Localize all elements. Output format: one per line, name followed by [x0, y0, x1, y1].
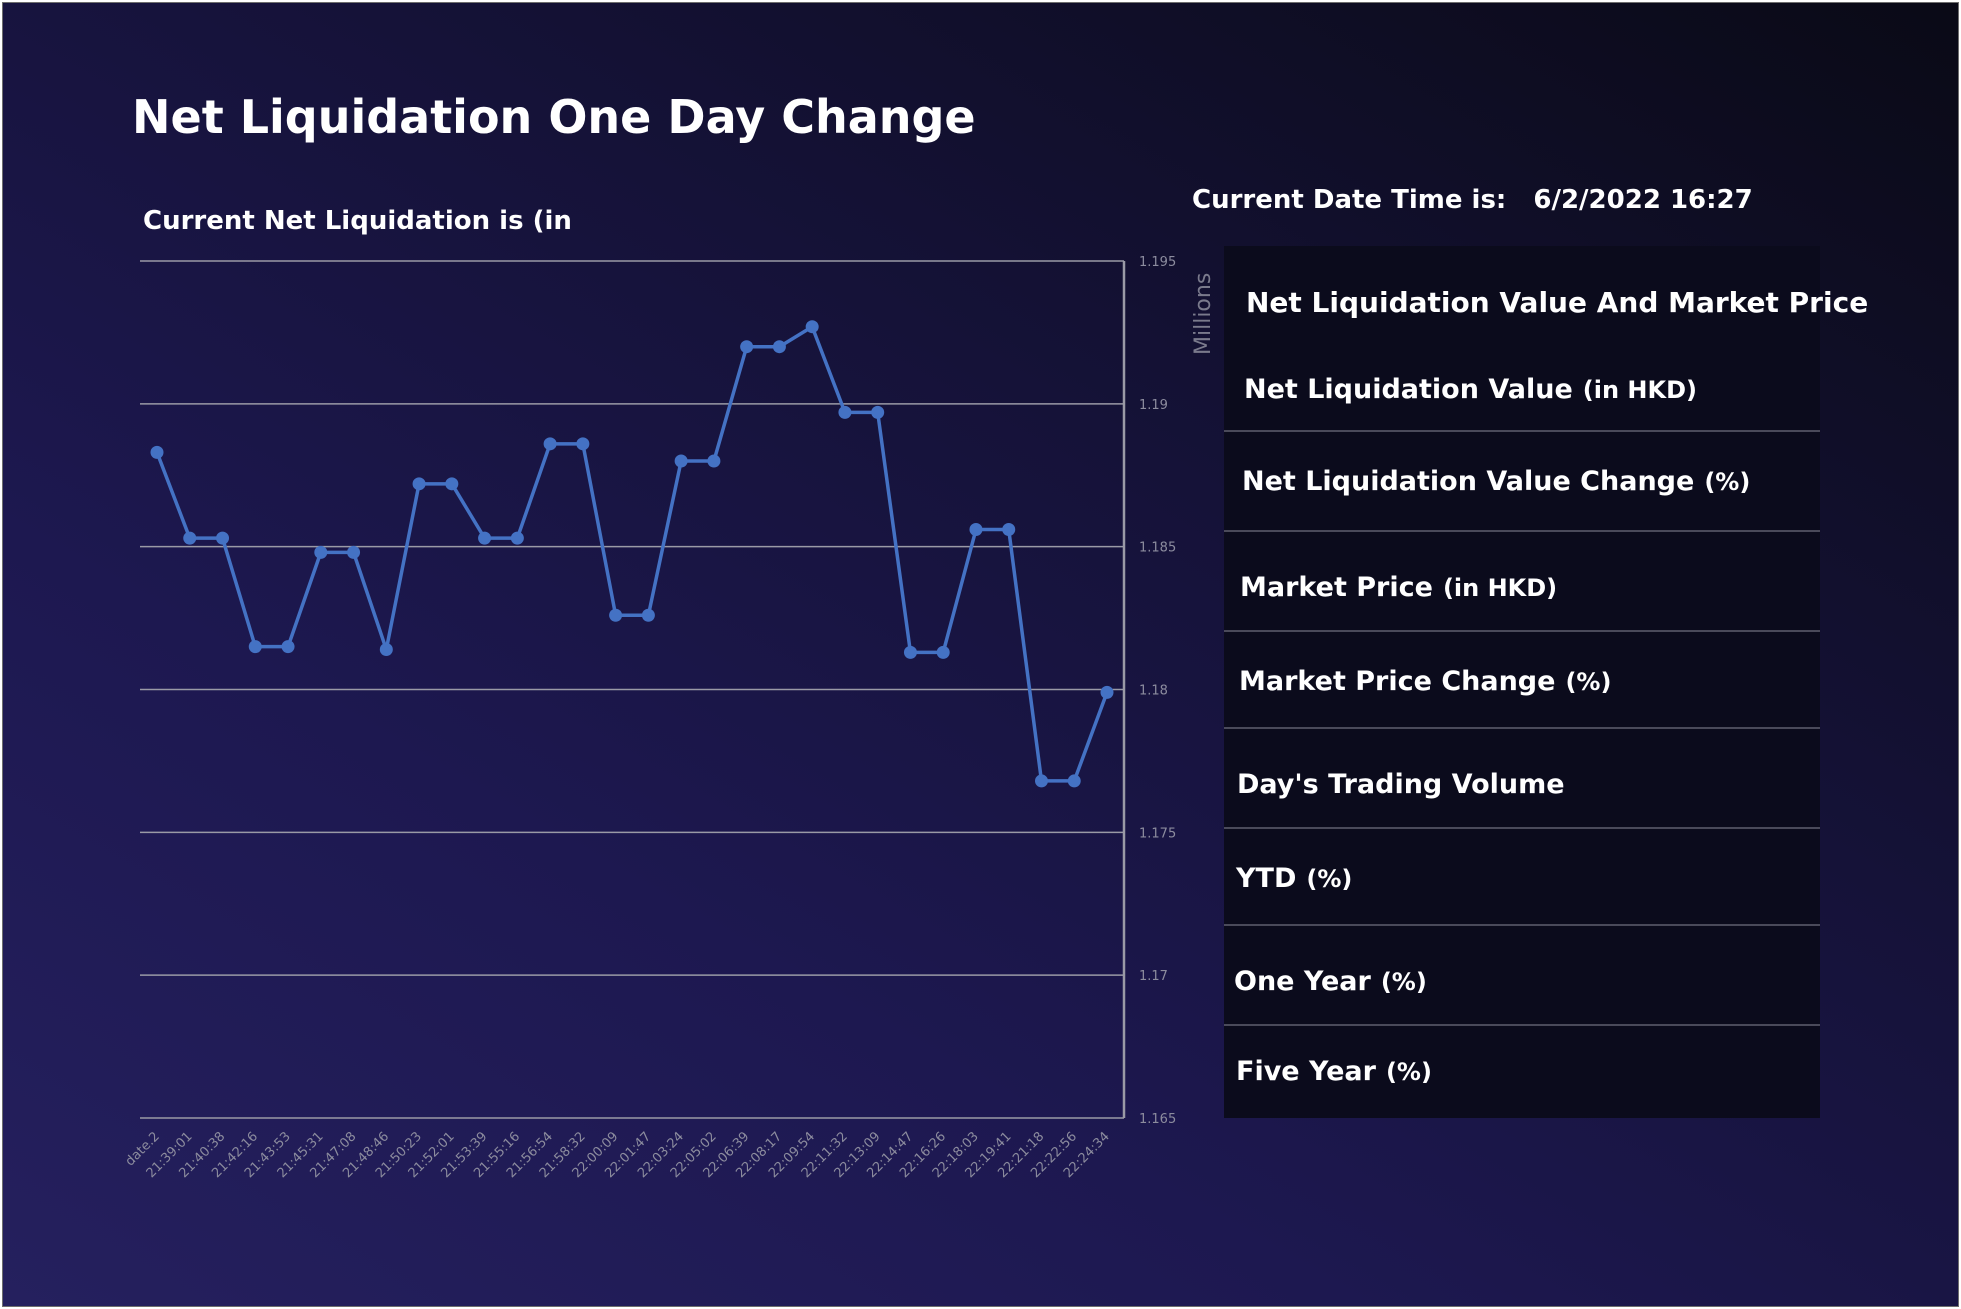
data-point: [510, 531, 524, 545]
data-point: [936, 645, 950, 659]
data-point: [903, 645, 917, 659]
data-point: [871, 405, 885, 419]
data-point: [478, 531, 492, 545]
data-point: [609, 608, 623, 622]
metric-name: Net Liquidation Value Change: [1242, 466, 1695, 497]
metric-label: Net Liquidation Value Change (%): [1242, 466, 1750, 497]
metric-name: Five Year: [1236, 1056, 1376, 1087]
data-point: [674, 454, 688, 468]
metrics-table: Net Liquidation Value And Market Price N…: [1224, 246, 1868, 1118]
data-point: [838, 405, 852, 419]
y-tick-label: 1.185: [1139, 541, 1176, 556]
data-point: [805, 320, 819, 334]
data-point: [641, 608, 655, 622]
metric-unit: (%): [1380, 968, 1427, 996]
data-point: [772, 340, 786, 354]
data-point: [248, 640, 262, 654]
metric-unit: (%): [1385, 1058, 1432, 1086]
metric-label: One Year (%): [1234, 966, 1427, 997]
data-point: [379, 643, 393, 657]
metric-unit: (%): [1306, 865, 1353, 893]
metric-unit: (in HKD): [1442, 574, 1558, 602]
metric-name: Net Liquidation Value: [1244, 374, 1573, 405]
data-point: [1002, 523, 1016, 537]
metric-name: Market Price Change: [1239, 666, 1556, 697]
metric-label: Day's Trading Volume: [1237, 769, 1575, 800]
data-point: [969, 523, 983, 537]
metric-unit: (in HKD): [1582, 376, 1698, 404]
data-point: [707, 454, 721, 468]
metric-row-net-liquidation-change: Net Liquidation Value Change (%): [1224, 432, 1820, 532]
metric-row-net-liquidation-value: Net Liquidation Value (in HKD): [1224, 246, 1820, 432]
data-point: [1100, 685, 1114, 699]
metric-row-market-price: Market Price (in HKD): [1224, 532, 1820, 632]
data-point: [1034, 774, 1048, 788]
metric-name: YTD: [1236, 863, 1297, 894]
data-point: [314, 545, 328, 559]
metric-row-ytd: YTD (%): [1224, 829, 1820, 926]
data-point: [347, 545, 361, 559]
metric-label: Market Price Change (%): [1239, 666, 1611, 697]
data-point: [576, 437, 590, 451]
data-point: [183, 531, 197, 545]
y-tick-label: 1.17: [1139, 969, 1168, 984]
metric-label: Market Price (in HKD): [1240, 572, 1557, 603]
data-point: [445, 477, 459, 491]
metric-name: One Year: [1234, 966, 1371, 997]
data-point: [150, 445, 164, 459]
metric-name: Market Price: [1240, 572, 1433, 603]
data-point: [281, 640, 295, 654]
series-line: [155, 324, 1109, 783]
y-tick-label: 1.19: [1139, 398, 1168, 413]
y-tick-label: 1.18: [1139, 684, 1168, 699]
metric-row-five-year: Five Year (%): [1224, 1026, 1820, 1118]
metric-label: YTD (%): [1236, 863, 1352, 894]
metric-unit: (%): [1565, 668, 1612, 696]
metric-row-one-year: One Year (%): [1224, 926, 1820, 1026]
metric-label: Five Year (%): [1236, 1056, 1432, 1087]
data-point: [216, 531, 230, 545]
metric-unit: (%): [1704, 468, 1751, 496]
data-point: [740, 340, 754, 354]
data-point: [412, 477, 426, 491]
metric-name: Day's Trading Volume: [1237, 769, 1565, 800]
y-tick-label: 1.195: [1139, 255, 1176, 270]
data-point: [1067, 774, 1081, 788]
y-tick-label: 1.165: [1139, 1112, 1176, 1127]
metric-label: Net Liquidation Value (in HKD): [1244, 374, 1697, 405]
metric-row-trading-volume: Day's Trading Volume: [1224, 729, 1820, 829]
y-axis-title: Millions: [1191, 273, 1216, 355]
data-point: [543, 437, 557, 451]
y-tick-label: 1.175: [1139, 826, 1176, 841]
metric-row-market-price-change: Market Price Change (%): [1224, 632, 1820, 729]
